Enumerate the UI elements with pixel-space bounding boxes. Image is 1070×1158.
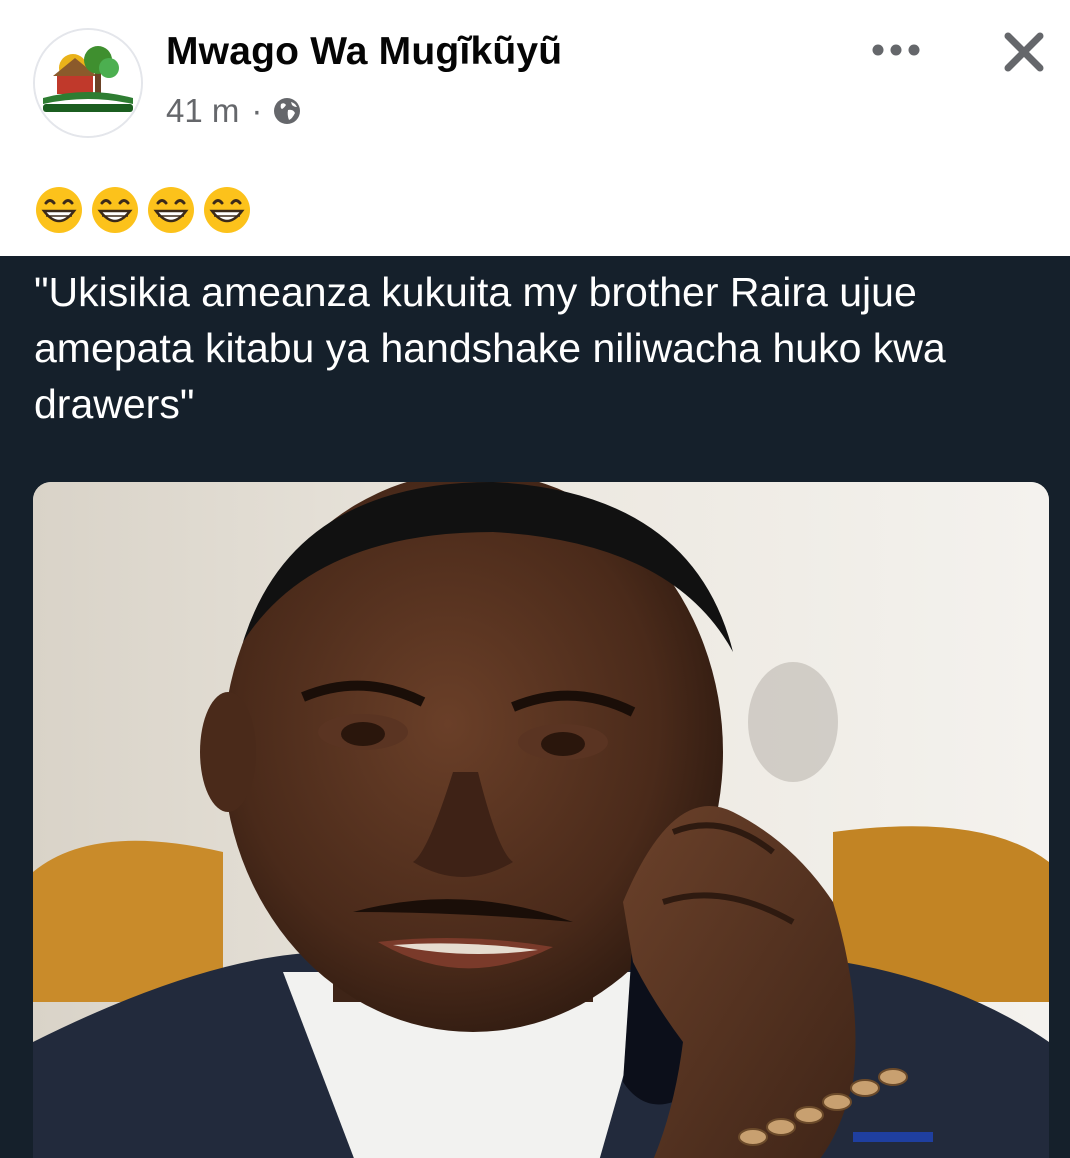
globe-icon bbox=[274, 98, 301, 124]
page-name[interactable]: Mwago Wa Mugĩkũyũ bbox=[166, 30, 562, 74]
post-time[interactable]: 41 m bbox=[166, 92, 239, 130]
grinning-face-icon bbox=[36, 186, 82, 233]
post-meta: 41 m · bbox=[166, 92, 302, 130]
grinning-face-icon bbox=[204, 186, 250, 233]
meme-quote-text: "Ukisikia ameanza kukuita my brother Rai… bbox=[34, 269, 946, 427]
meta-separator: · bbox=[251, 92, 263, 129]
page-logo bbox=[35, 30, 141, 136]
post-caption bbox=[34, 180, 258, 235]
post-header: Mwago Wa Mugĩkũyũ 41 m · bbox=[0, 0, 1070, 160]
meme-image[interactable]: "Ukisikia ameanza kukuita my brother Rai… bbox=[0, 256, 1070, 1158]
more-horizontal-icon[interactable] bbox=[868, 26, 924, 74]
meme-photo bbox=[33, 482, 1049, 1158]
man-on-phone-photo bbox=[33, 482, 1049, 1158]
close-icon[interactable] bbox=[996, 24, 1052, 80]
grinning-face-icon bbox=[92, 186, 138, 233]
page-avatar[interactable] bbox=[33, 28, 143, 138]
grinning-face-icon bbox=[148, 186, 194, 233]
